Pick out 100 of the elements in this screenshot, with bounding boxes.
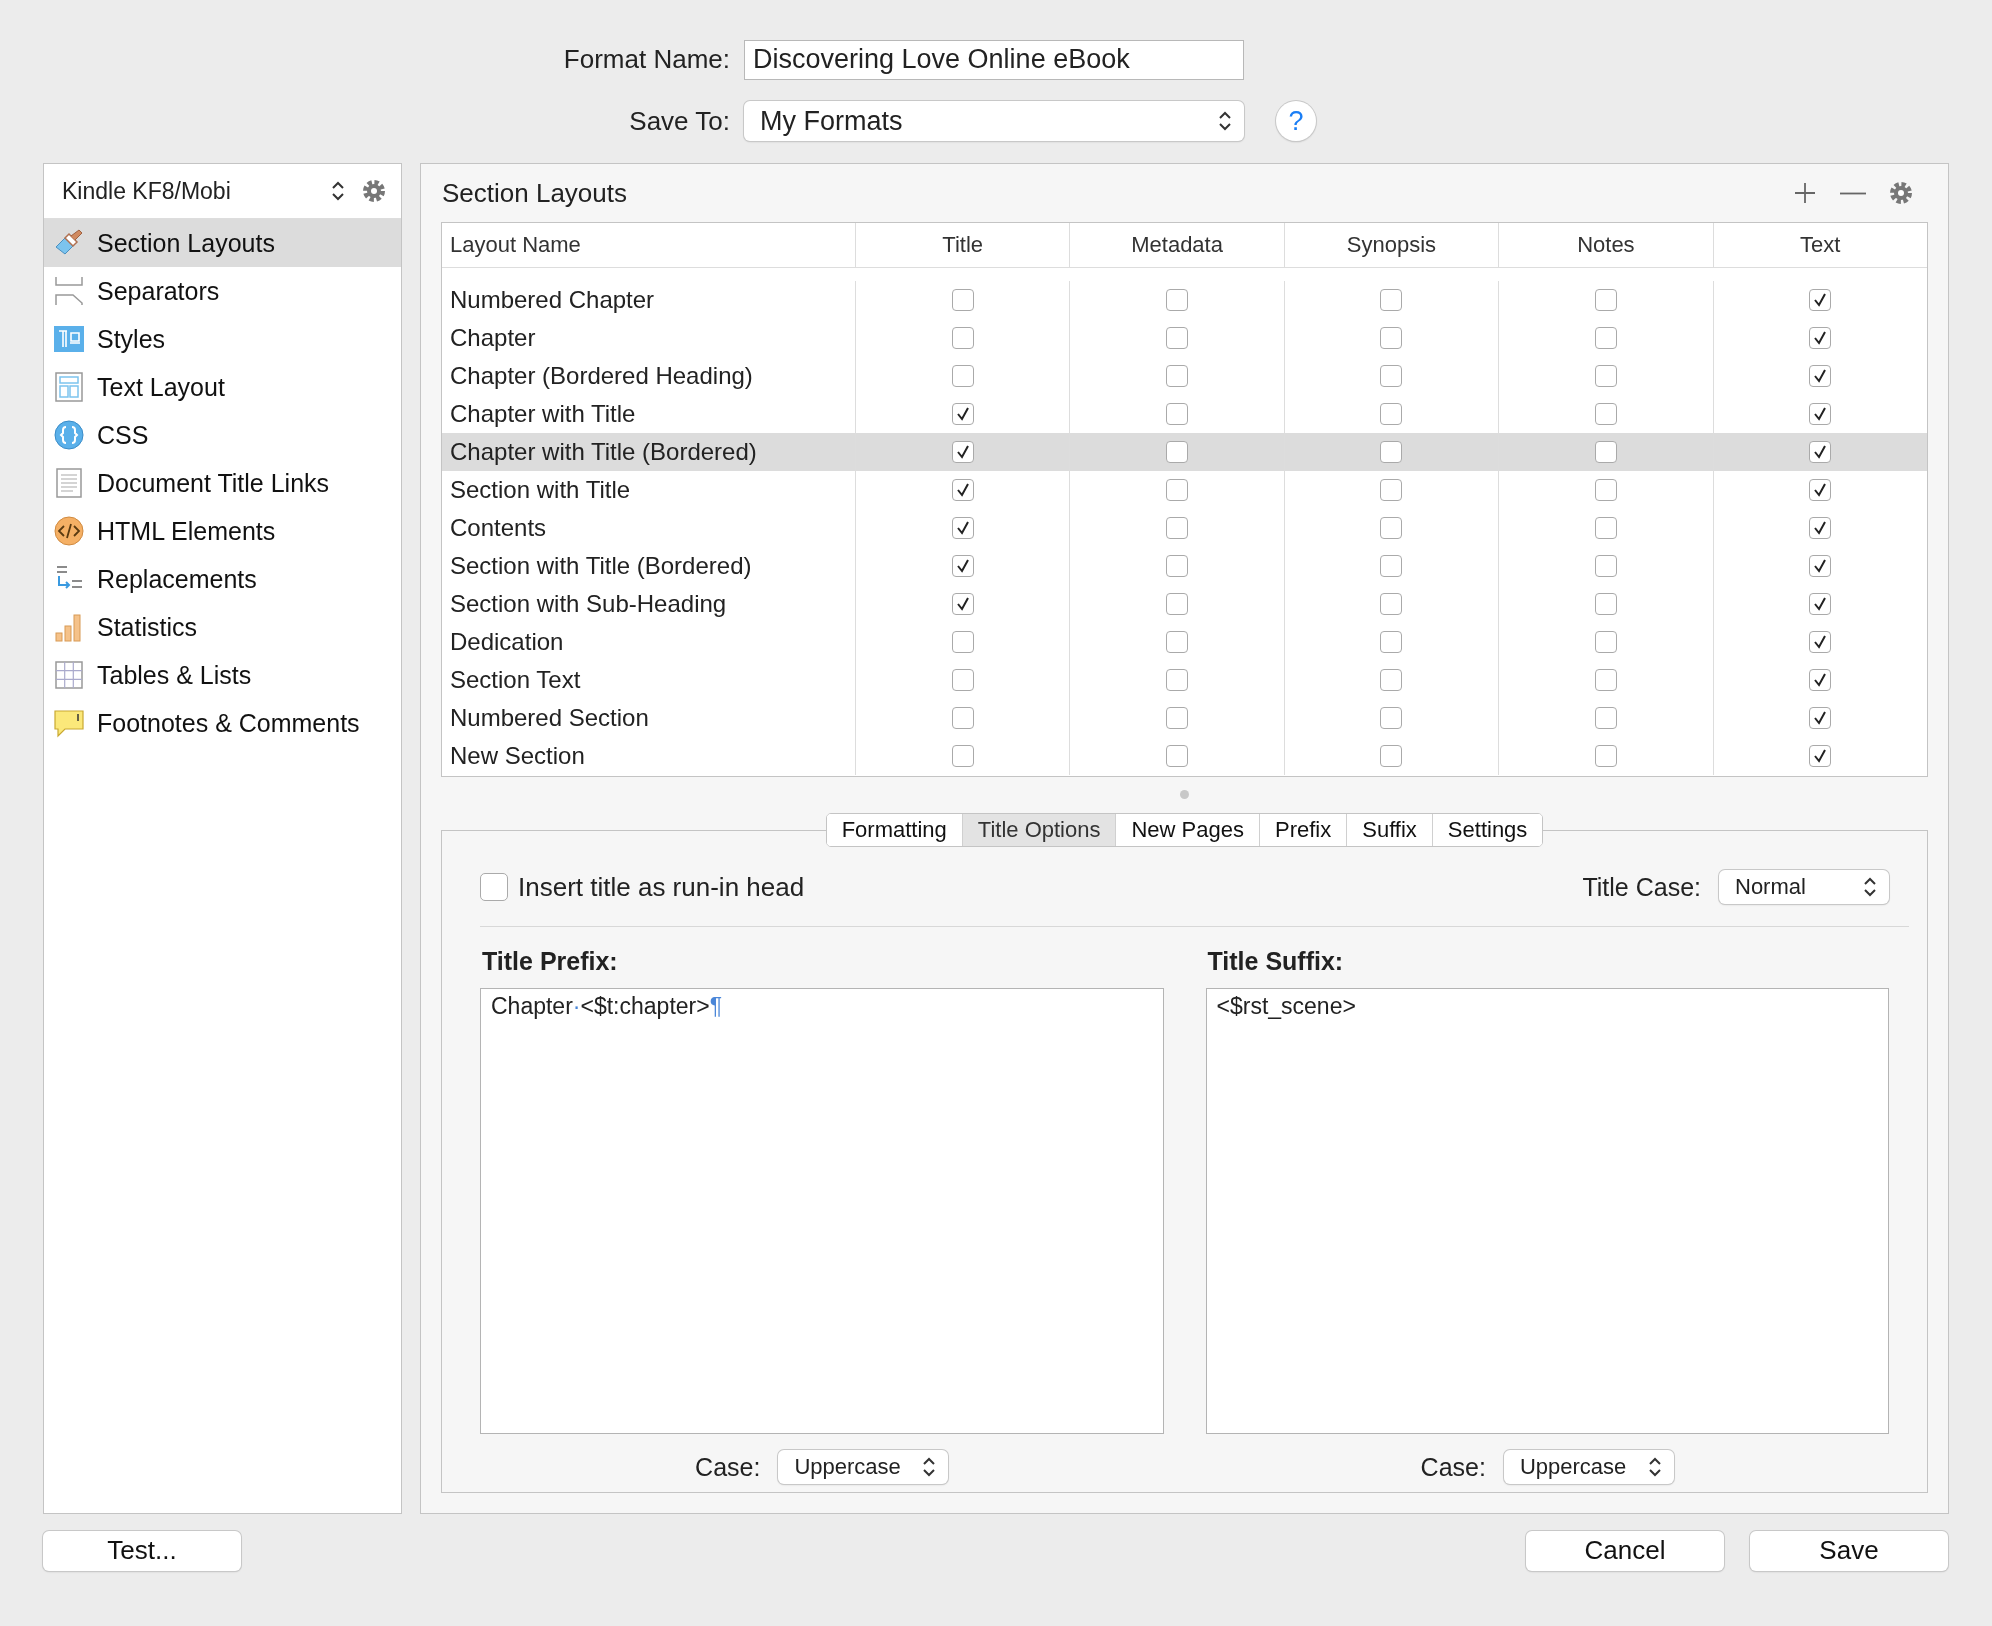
checkbox[interactable] [951, 593, 974, 616]
cancel-button[interactable]: Cancel [1526, 1530, 1724, 1571]
checkbox[interactable] [1594, 441, 1617, 464]
sidebar-item[interactable]: Separators [44, 267, 401, 316]
checkbox[interactable] [1380, 669, 1403, 692]
checkbox[interactable] [1594, 555, 1617, 578]
checkbox[interactable] [1380, 593, 1403, 616]
checkbox[interactable] [1380, 631, 1403, 654]
checkbox[interactable] [1380, 745, 1403, 768]
table-row[interactable]: Chapter [442, 319, 1927, 358]
column-header[interactable]: Title [855, 223, 1070, 268]
checkbox[interactable] [1809, 593, 1832, 616]
checkbox[interactable] [1166, 669, 1189, 692]
sidebar-item[interactable]: Tables & Lists [44, 651, 401, 700]
help-button[interactable]: ? [1276, 101, 1316, 142]
checkbox[interactable] [1166, 441, 1189, 464]
checkbox[interactable] [1166, 403, 1189, 426]
checkbox[interactable] [1809, 365, 1832, 388]
table-row[interactable]: Chapter (Bordered Heading) [442, 357, 1927, 396]
checkbox[interactable] [1594, 669, 1617, 692]
checkbox[interactable] [1166, 289, 1189, 312]
checkbox[interactable] [1166, 479, 1189, 502]
table-row[interactable]: Contents [442, 509, 1927, 548]
checkbox[interactable] [951, 631, 974, 654]
checkbox[interactable] [951, 403, 974, 426]
checkbox[interactable] [1166, 517, 1189, 540]
checkbox[interactable] [1166, 593, 1189, 616]
checkbox[interactable] [1380, 517, 1403, 540]
checkbox[interactable] [1809, 441, 1832, 464]
table-row[interactable]: Section with Title [442, 471, 1927, 510]
title-prefix-field[interactable]: Chapter·<$t:chapter>¶ [480, 988, 1164, 1435]
table-row[interactable]: Dedication [442, 623, 1927, 662]
checkbox[interactable] [480, 873, 508, 902]
checkbox[interactable] [1166, 365, 1189, 388]
checkbox[interactable] [951, 517, 974, 540]
checkbox[interactable] [1594, 289, 1617, 312]
sidebar-item[interactable]: CSS [44, 411, 401, 460]
checkbox[interactable] [1594, 327, 1617, 350]
checkbox[interactable] [1809, 327, 1832, 350]
checkbox[interactable] [1380, 327, 1403, 350]
checkbox[interactable] [1380, 441, 1403, 464]
checkbox[interactable] [1166, 745, 1189, 768]
checkbox[interactable] [1809, 289, 1832, 312]
checkbox[interactable] [1809, 555, 1832, 578]
case-popup[interactable]: Uppercase [778, 1450, 949, 1485]
sidebar-item[interactable]: Section Layouts [44, 219, 401, 268]
checkbox[interactable] [951, 327, 974, 350]
checkbox[interactable] [1380, 707, 1403, 730]
checkbox[interactable] [1166, 555, 1189, 578]
checkbox[interactable] [1166, 631, 1189, 654]
table-row[interactable]: Numbered Chapter [442, 281, 1927, 320]
sidebar-item[interactable]: Styles [44, 315, 401, 364]
checkbox[interactable] [1809, 403, 1832, 426]
checkbox[interactable] [1380, 289, 1403, 312]
checkbox[interactable] [1594, 517, 1617, 540]
sidebar-item[interactable]: Statistics [44, 603, 401, 652]
table-row[interactable]: Section with Title (Bordered) [442, 547, 1927, 586]
checkbox[interactable] [951, 707, 974, 730]
checkbox[interactable] [951, 479, 974, 502]
column-header[interactable]: Layout Name [442, 223, 855, 268]
checkbox[interactable] [1594, 631, 1617, 654]
checkbox[interactable] [1380, 365, 1403, 388]
sidebar-item[interactable]: HTML Elements [44, 507, 401, 556]
checkbox[interactable] [1380, 403, 1403, 426]
checkbox[interactable] [1809, 479, 1832, 502]
checkbox[interactable] [951, 441, 974, 464]
checkbox[interactable] [1809, 517, 1832, 540]
checkbox[interactable] [1809, 707, 1832, 730]
table-row[interactable]: Section Text [442, 661, 1927, 700]
checkbox[interactable] [1594, 593, 1617, 616]
checkbox[interactable] [1594, 365, 1617, 388]
sidebar-item[interactable]: Footnotes & Comments [44, 699, 401, 748]
format-popup[interactable]: Kindle KF8/Mobi [62, 177, 315, 205]
checkbox[interactable] [1809, 745, 1832, 768]
checkbox[interactable] [1380, 555, 1403, 578]
checkbox[interactable] [951, 745, 974, 768]
sidebar-item[interactable]: Replacements [44, 555, 401, 604]
column-header[interactable]: Text [1712, 223, 1927, 268]
table-row[interactable]: New Section [442, 737, 1927, 776]
checkbox[interactable] [1166, 327, 1189, 350]
title-suffix-field[interactable]: <$rst_scene> [1205, 988, 1889, 1435]
checkbox[interactable] [951, 365, 974, 388]
split-handle[interactable] [1180, 789, 1189, 799]
checkbox[interactable] [1809, 669, 1832, 692]
tab[interactable]: Settings [1431, 814, 1543, 847]
checkbox[interactable] [1594, 479, 1617, 502]
checkbox[interactable] [1594, 403, 1617, 426]
format-name-field[interactable]: Discovering Love Online eBook [744, 39, 1244, 80]
case-popup[interactable]: Uppercase [1503, 1450, 1674, 1485]
checkbox[interactable] [951, 555, 974, 578]
checkbox[interactable] [951, 289, 974, 312]
column-header[interactable]: Metadata [1069, 223, 1284, 268]
checkbox[interactable] [1166, 707, 1189, 730]
save-to-popup[interactable]: My Formats [744, 101, 1244, 142]
checkbox[interactable] [1594, 707, 1617, 730]
column-header[interactable]: Synopsis [1283, 223, 1499, 268]
test-button[interactable]: Test... [43, 1530, 241, 1571]
table-row[interactable]: Chapter with Title (Bordered) [442, 433, 1927, 472]
sidebar-item[interactable]: Text Layout [44, 363, 401, 412]
table-row[interactable]: Numbered Section [442, 699, 1927, 738]
